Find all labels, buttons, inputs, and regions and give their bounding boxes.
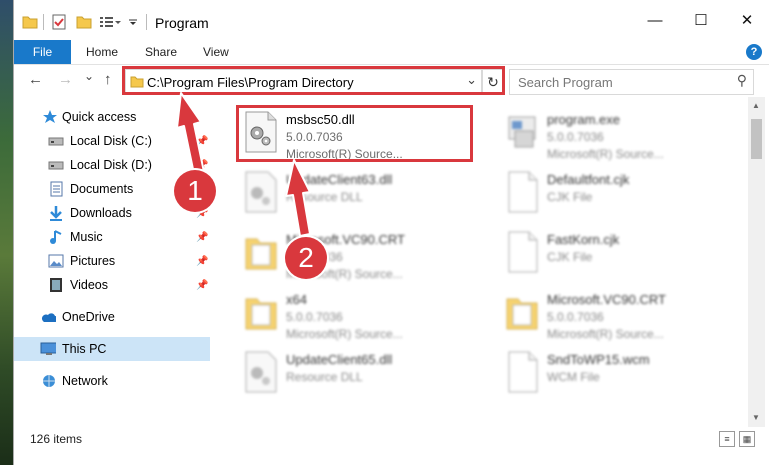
desktop-background	[0, 0, 13, 465]
arrow-1-icon	[176, 92, 205, 175]
explorer-window: Program — ☐ ✕ File Home Share View ? ← →…	[13, 0, 769, 465]
callout-1-badge: 1	[174, 170, 216, 212]
callout-2-badge: 2	[285, 237, 327, 279]
arrow-2-icon	[285, 159, 311, 237]
annotation-arrows	[176, 92, 311, 237]
